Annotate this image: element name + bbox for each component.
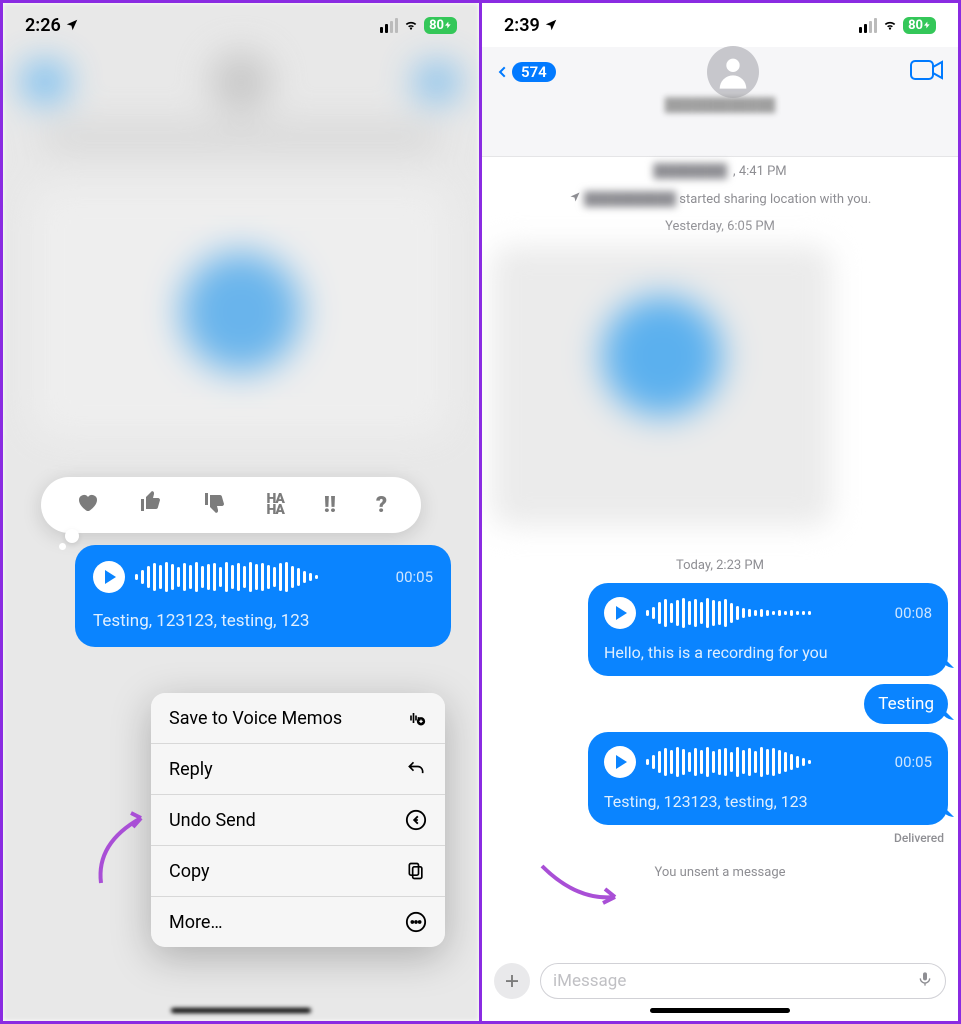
menu-label: Save to Voice Memos (169, 708, 342, 729)
audio-transcription: Testing, 123123, testing, 123 (604, 792, 932, 811)
location-arrow-icon (65, 18, 79, 32)
delivered-status: Delivered (894, 831, 944, 845)
chevron-left-icon (496, 61, 510, 83)
location-arrow-icon (544, 18, 558, 32)
text-message-sent[interactable]: Testing (864, 684, 948, 724)
contact-avatar[interactable] (707, 46, 759, 98)
voice-message-bubble[interactable]: 00:05 Testing, 123123, testing, 123 (75, 545, 451, 647)
timestamp-row: ████████, 4:41 PM (492, 163, 948, 179)
audio-transcription: Testing, 123123, testing, 123 (93, 611, 433, 631)
location-arrow-icon (569, 191, 581, 203)
waveform-plus-icon (405, 707, 427, 729)
status-bar: 2:26 80 (3, 3, 479, 47)
tapback-heart[interactable] (75, 490, 99, 520)
plus-icon (503, 972, 521, 990)
location-sharing-notice: ██████████ started sharing location with… (492, 191, 948, 207)
unread-count-badge: 574 (512, 62, 556, 82)
message-context-menu: Save to Voice Memos Reply Undo Send Copy… (151, 693, 445, 947)
cellular-icon (859, 18, 877, 33)
tapback-exclaim[interactable]: !! (324, 493, 336, 518)
tapback-thumbs-down[interactable] (203, 490, 227, 520)
voice-message-sent-1[interactable]: 00:08 Hello, this is a recording for you (588, 583, 948, 676)
message-input-bar: iMessage (482, 959, 958, 1003)
input-placeholder: iMessage (553, 971, 626, 991)
home-indicator[interactable] (171, 1008, 311, 1013)
play-button[interactable] (604, 746, 636, 778)
audio-transcription: Hello, this is a recording for you (604, 643, 932, 662)
conversation-header: 574 ████████████ (482, 47, 958, 157)
home-indicator[interactable] (650, 1008, 790, 1013)
unsent-message-notice: You unsent a message (492, 865, 948, 880)
audio-waveform[interactable] (135, 561, 386, 593)
wifi-icon (402, 18, 420, 32)
audio-duration: 00:05 (895, 753, 932, 771)
ellipsis-circle-icon (405, 911, 427, 933)
voice-message-sent-2[interactable]: 00:05 Testing, 123123, testing, 123 (588, 732, 948, 825)
phone-screen-conversation: 2:39 80 574 (482, 3, 958, 1021)
battery-indicator: 80 (903, 17, 936, 34)
tapback-thumbs-up[interactable] (139, 490, 163, 520)
undo-circle-icon (405, 809, 427, 831)
phone-screen-context-menu: 2:26 80 (3, 3, 482, 1021)
cellular-icon (380, 18, 398, 33)
dictation-button[interactable] (917, 969, 933, 994)
message-text: Testing (878, 694, 934, 714)
tapback-haha[interactable]: HAHA (266, 494, 284, 516)
menu-label: Copy (169, 861, 210, 882)
back-button[interactable]: 574 (496, 61, 556, 83)
messages-scroll-area[interactable]: ████████, 4:41 PM ██████████ started sha… (482, 157, 958, 957)
copy-icon (405, 860, 427, 882)
timestamp-today: Today, 2:23 PM (492, 558, 948, 573)
audio-waveform[interactable] (646, 597, 885, 629)
reply-arrow-icon (405, 758, 427, 780)
tapback-question[interactable]: ? (376, 493, 387, 518)
menu-reply[interactable]: Reply (151, 744, 445, 795)
person-icon (713, 52, 753, 92)
audio-duration: 00:05 (396, 568, 433, 586)
menu-label: More… (169, 912, 223, 933)
play-button[interactable] (93, 561, 125, 593)
tapback-reactions-bar: HAHA !! ? (41, 477, 421, 533)
audio-waveform[interactable] (646, 746, 885, 778)
microphone-icon (917, 969, 933, 989)
wifi-icon (881, 18, 899, 32)
menu-more[interactable]: More… (151, 897, 445, 947)
menu-copy[interactable]: Copy (151, 846, 445, 897)
blurred-attachment[interactable] (492, 246, 832, 526)
menu-save-voice-memos[interactable]: Save to Voice Memos (151, 693, 445, 744)
menu-undo-send[interactable]: Undo Send (151, 795, 445, 846)
status-time: 2:26 (25, 15, 61, 36)
video-icon (910, 58, 944, 82)
status-time: 2:39 (504, 15, 540, 36)
audio-duration: 00:08 (895, 604, 932, 622)
contact-name-blurred: ████████████ (482, 97, 958, 113)
status-bar: 2:39 80 (482, 3, 958, 47)
add-attachment-button[interactable] (494, 963, 530, 999)
facetime-button[interactable] (910, 58, 944, 86)
play-button[interactable] (604, 597, 636, 629)
menu-label: Undo Send (169, 810, 256, 831)
battery-indicator: 80 (424, 17, 457, 34)
timestamp-yesterday: Yesterday, 6:05 PM (492, 219, 948, 234)
menu-label: Reply (169, 759, 213, 780)
message-text-input[interactable]: iMessage (540, 963, 946, 999)
